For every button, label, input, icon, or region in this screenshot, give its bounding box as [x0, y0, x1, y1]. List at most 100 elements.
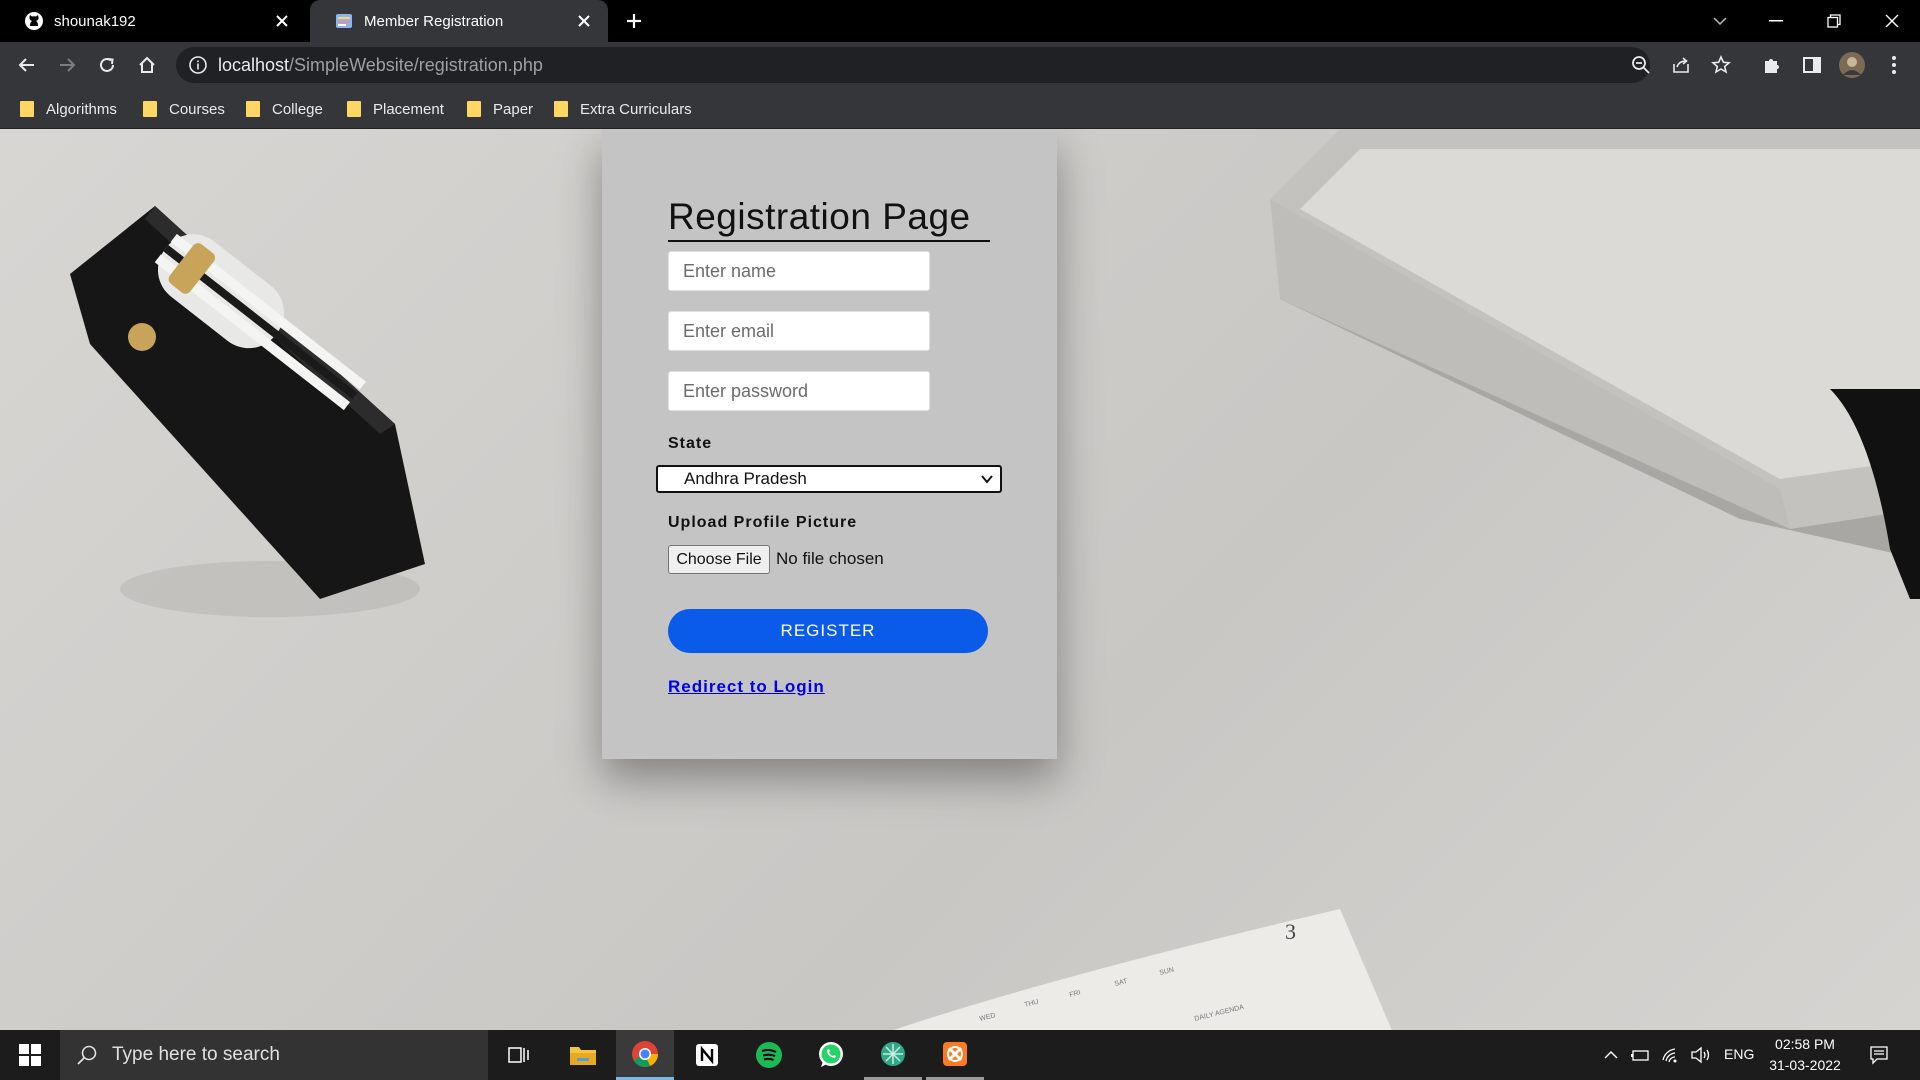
file-explorer-icon [570, 1047, 596, 1065]
folder-icon [143, 101, 157, 117]
spotify-button[interactable] [740, 1030, 798, 1080]
whatsapp-icon [819, 1042, 843, 1067]
menu-button[interactable] [1878, 49, 1910, 81]
github-icon [24, 11, 44, 31]
forward-button[interactable] [51, 49, 83, 81]
wifi-icon[interactable] [1660, 1044, 1682, 1066]
bookmark-extra-curriculars[interactable]: Extra Curriculars [554, 96, 692, 122]
kebab-menu-icon [1892, 56, 1896, 74]
plus-icon [627, 14, 641, 28]
info-icon[interactable] [188, 55, 208, 75]
taskbar-search[interactable]: Type here to search [60, 1030, 488, 1080]
state-select[interactable]: Andhra Pradesh [656, 465, 1002, 493]
clock[interactable]: 02:58 PM 31-03-2022 [1760, 1034, 1850, 1076]
agenda-number: 3 [1285, 919, 1296, 944]
tape-dispenser-image [70, 206, 425, 617]
folder-icon [246, 101, 260, 117]
bookmark-label: Placement [373, 100, 444, 118]
file-explorer-button[interactable] [554, 1030, 612, 1080]
books-image [1270, 129, 1920, 599]
chevron-up-icon[interactable] [1600, 1044, 1622, 1066]
task-view-button[interactable] [490, 1030, 548, 1080]
chrome-icon [632, 1040, 658, 1067]
bookmark-college[interactable]: College [246, 96, 323, 122]
agenda-paper-image: 3 WED THU FRI SAT SUN DAILY AGENDA [893, 909, 1392, 1030]
name-input[interactable] [668, 251, 930, 291]
taskbar: Type here to search ENG 02:58 PM 31-03-2… [0, 1030, 1920, 1080]
reload-icon [100, 57, 114, 72]
bookmark-label: College [272, 100, 323, 118]
tab-title: shounak192 [54, 12, 136, 30]
tab-member-registration[interactable]: Member Registration [310, 0, 608, 42]
bookmark-paper[interactable]: Paper [467, 96, 533, 122]
folder-icon [467, 101, 481, 117]
volume-icon[interactable] [1690, 1044, 1712, 1066]
chrome-button[interactable] [616, 1030, 674, 1080]
language-indicator[interactable]: ENG [1724, 1046, 1754, 1062]
upload-label: Upload Profile Picture [668, 514, 858, 531]
notion-icon [696, 1044, 718, 1066]
start-button[interactable] [0, 1030, 60, 1080]
notifications-icon[interactable] [1868, 1044, 1890, 1066]
password-input[interactable] [668, 371, 930, 411]
address-bar[interactable]: localhost/SimpleWebsite/registration.php [176, 47, 1731, 83]
bookmark-courses[interactable]: Courses [143, 96, 225, 122]
bookmark-star-icon[interactable] [1710, 54, 1732, 76]
screen: shounak192 Member Registration localhost… [0, 0, 1920, 1080]
file-status: No file chosen [776, 549, 884, 568]
close-icon [1885, 14, 1899, 28]
url-path: /SimpleWebsite/registration.php [289, 55, 543, 75]
browser-toolbar: localhost/SimpleWebsite/registration.php [0, 42, 1920, 88]
battery-icon[interactable] [1630, 1044, 1652, 1066]
folder-icon [20, 101, 34, 117]
reload-button[interactable] [91, 49, 123, 81]
bookmark-placement[interactable]: Placement [347, 96, 444, 122]
clock-time: 02:58 PM [1775, 1036, 1835, 1052]
tab-search-button[interactable] [1692, 0, 1748, 42]
minimize-button[interactable] [1748, 0, 1804, 42]
redirect-to-login-link[interactable]: Redirect to Login [668, 677, 825, 697]
app-button[interactable] [864, 1030, 922, 1080]
spotify-icon [756, 1042, 782, 1068]
tab-github[interactable]: shounak192 [0, 0, 306, 42]
share-icon[interactable] [1670, 54, 1692, 76]
home-icon [139, 56, 155, 73]
clock-date: 31-03-2022 [1769, 1057, 1841, 1073]
home-button[interactable] [131, 49, 163, 81]
side-panel-button[interactable] [1796, 49, 1828, 81]
chevron-down-icon [981, 475, 993, 484]
register-button[interactable]: REGISTER [668, 609, 988, 653]
bookmarks-bar: Algorithms Courses College Placement Pap… [0, 88, 1920, 129]
url-text: localhost/SimpleWebsite/registration.php [218, 47, 543, 83]
profile-button[interactable] [1836, 49, 1868, 81]
bookmark-algorithms[interactable]: Algorithms [20, 96, 117, 122]
state-label: State [668, 435, 713, 452]
task-view-icon [508, 1047, 529, 1063]
extensions-button[interactable] [1756, 49, 1788, 81]
restore-button[interactable] [1806, 0, 1862, 42]
page-viewport: 3 WED THU FRI SAT SUN DAILY AGENDA Regis… [0, 129, 1920, 1030]
back-button[interactable] [11, 49, 43, 81]
minimize-icon [1769, 20, 1783, 22]
avatar [1839, 52, 1865, 78]
restore-icon [1827, 14, 1841, 28]
windows-icon [19, 1044, 41, 1066]
notion-button[interactable] [678, 1030, 736, 1080]
folder-icon [554, 101, 568, 117]
choose-file-button[interactable]: Choose File [668, 545, 770, 574]
search-icon [77, 1045, 97, 1065]
puzzle-icon [1765, 59, 1779, 73]
close-icon[interactable] [272, 11, 292, 31]
tab-title: Member Registration [364, 12, 504, 30]
whatsapp-button[interactable] [802, 1030, 860, 1080]
close-icon[interactable] [574, 11, 594, 31]
zoom-icon[interactable] [1630, 54, 1652, 76]
close-window-button[interactable] [1864, 0, 1920, 42]
xampp-button[interactable] [926, 1030, 984, 1080]
app-icon [881, 1041, 905, 1066]
bookmark-label: Extra Curriculars [580, 100, 692, 118]
new-tab-button[interactable] [620, 8, 648, 34]
email-input[interactable] [668, 311, 930, 351]
arrow-left-icon [18, 58, 34, 72]
url-host: localhost [218, 55, 290, 75]
